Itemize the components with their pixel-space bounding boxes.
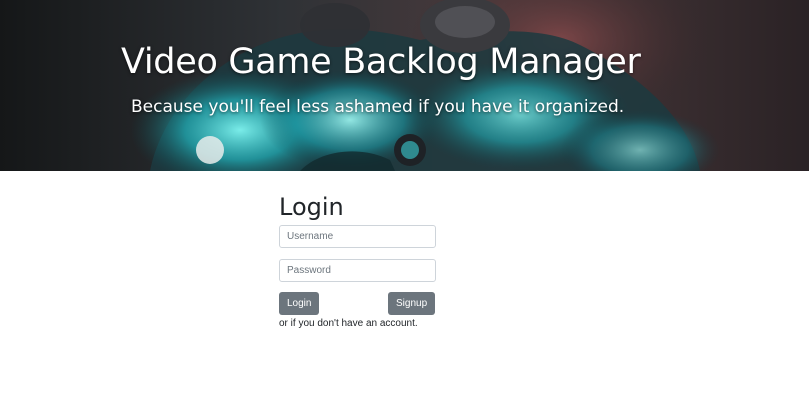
game-controller-background-image	[0, 0, 809, 171]
username-input[interactable]	[279, 225, 436, 248]
signup-button[interactable]: Signup	[388, 292, 435, 315]
hero-banner: Video Game Backlog Manager Because you'l…	[0, 0, 809, 171]
password-input[interactable]	[279, 259, 436, 282]
login-button[interactable]: Login	[279, 292, 319, 315]
app-subtitle: Because you'll feel less ashamed if you …	[131, 97, 625, 117]
login-heading: Login	[279, 193, 344, 221]
app-title: Video Game Backlog Manager	[121, 42, 641, 82]
login-form: Login Login Signup or if you don't have …	[279, 192, 437, 329]
signup-helper-text: or if you don't have an account.	[279, 318, 418, 329]
